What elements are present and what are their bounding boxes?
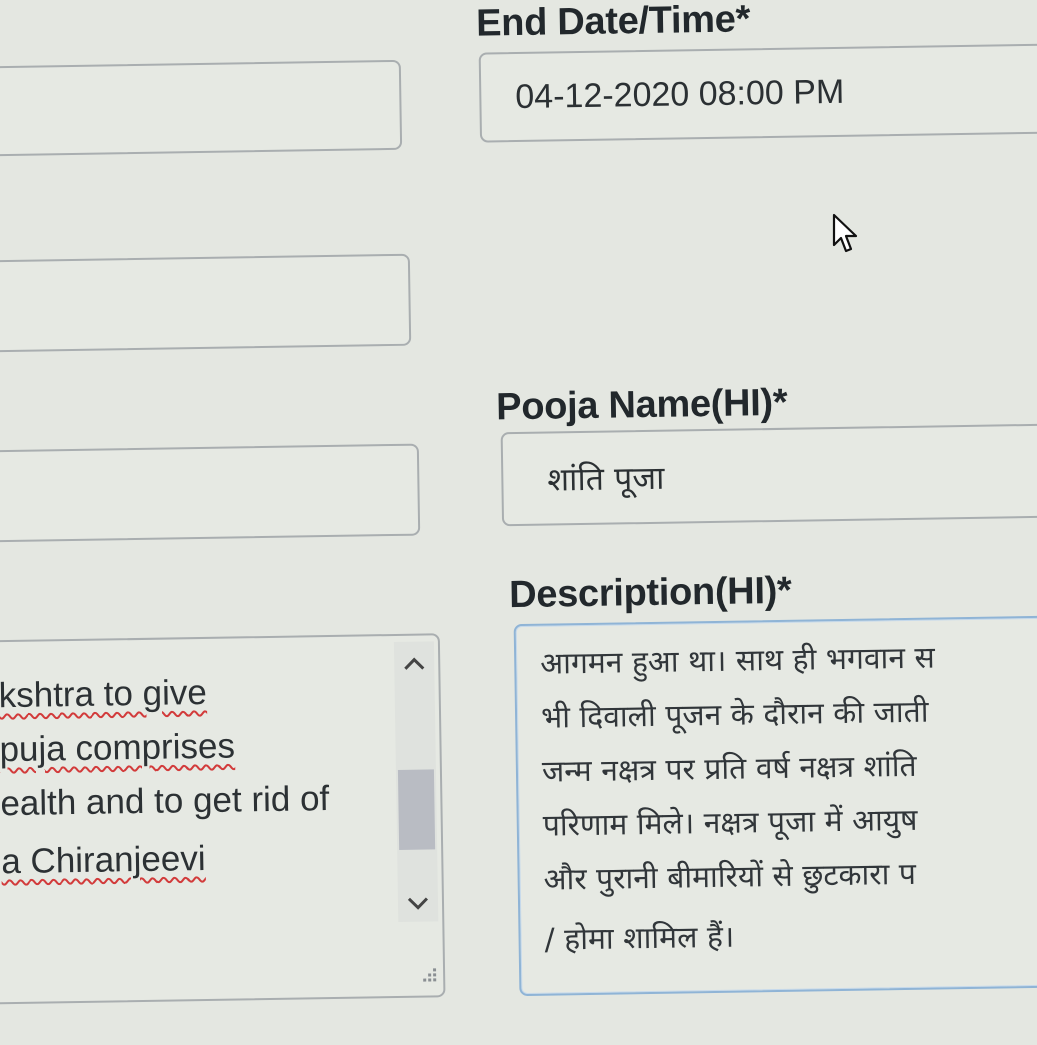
description-en-line: a Chiranjeevi — [0, 838, 206, 882]
left-field-2[interactable] — [0, 253, 412, 353]
resize-grip-icon[interactable] — [419, 966, 437, 989]
scrollbar-thumb[interactable] — [397, 769, 436, 850]
description-hi-line: आगमन हुआ था। साथ ही भगवान स — [539, 640, 936, 682]
description-hi-line: और पुरानी बीमारियों से छुटकारा प — [543, 856, 917, 898]
description-hi-line: भी दिवाली पूजन के दौरान की जाती — [540, 694, 929, 736]
description-hi-label: Description(HI)* — [508, 569, 792, 617]
mouse-pointer-icon — [832, 213, 860, 260]
end-datetime-input[interactable]: 04-12-2020 08:00 PM — [478, 43, 1037, 143]
chevron-down-icon[interactable] — [398, 881, 439, 922]
description-en-line: kshtra to give — [0, 672, 208, 716]
left-field-3[interactable] — [0, 443, 421, 543]
end-datetime-label: End Date/Time* — [475, 0, 751, 45]
pooja-name-hi-input[interactable]: शांति पूजा — [500, 423, 1037, 527]
chevron-up-icon[interactable] — [394, 641, 435, 682]
left-field-1[interactable] — [0, 59, 403, 157]
description-en-line: ealth and to get rid of — [0, 779, 330, 824]
description-hi-line: / होमा शामिल हैं। — [544, 919, 735, 958]
pooja-form: kshtra to give puja comprises ealth and … — [0, 0, 1037, 1045]
textarea-scrollbar[interactable] — [393, 641, 439, 922]
description-hi-line: जन्म नक्षत्र पर प्रति वर्ष नक्षत्र शांति — [541, 748, 917, 790]
description-hi-textarea[interactable]: आगमन हुआ था। साथ ही भगवान स भी दिवाली पू… — [513, 615, 1037, 997]
description-en-textarea[interactable]: kshtra to give puja comprises ealth and … — [0, 633, 446, 1005]
description-en-line: puja comprises — [0, 726, 236, 770]
pooja-name-hi-value: शांति पूजा — [547, 458, 665, 499]
description-hi-line: परिणाम मिले। नक्षत्र पूजा में आयुष — [542, 802, 918, 844]
end-datetime-value: 04-12-2020 08:00 PM — [515, 72, 845, 117]
pooja-name-hi-label: Pooja Name(HI)* — [495, 381, 788, 429]
